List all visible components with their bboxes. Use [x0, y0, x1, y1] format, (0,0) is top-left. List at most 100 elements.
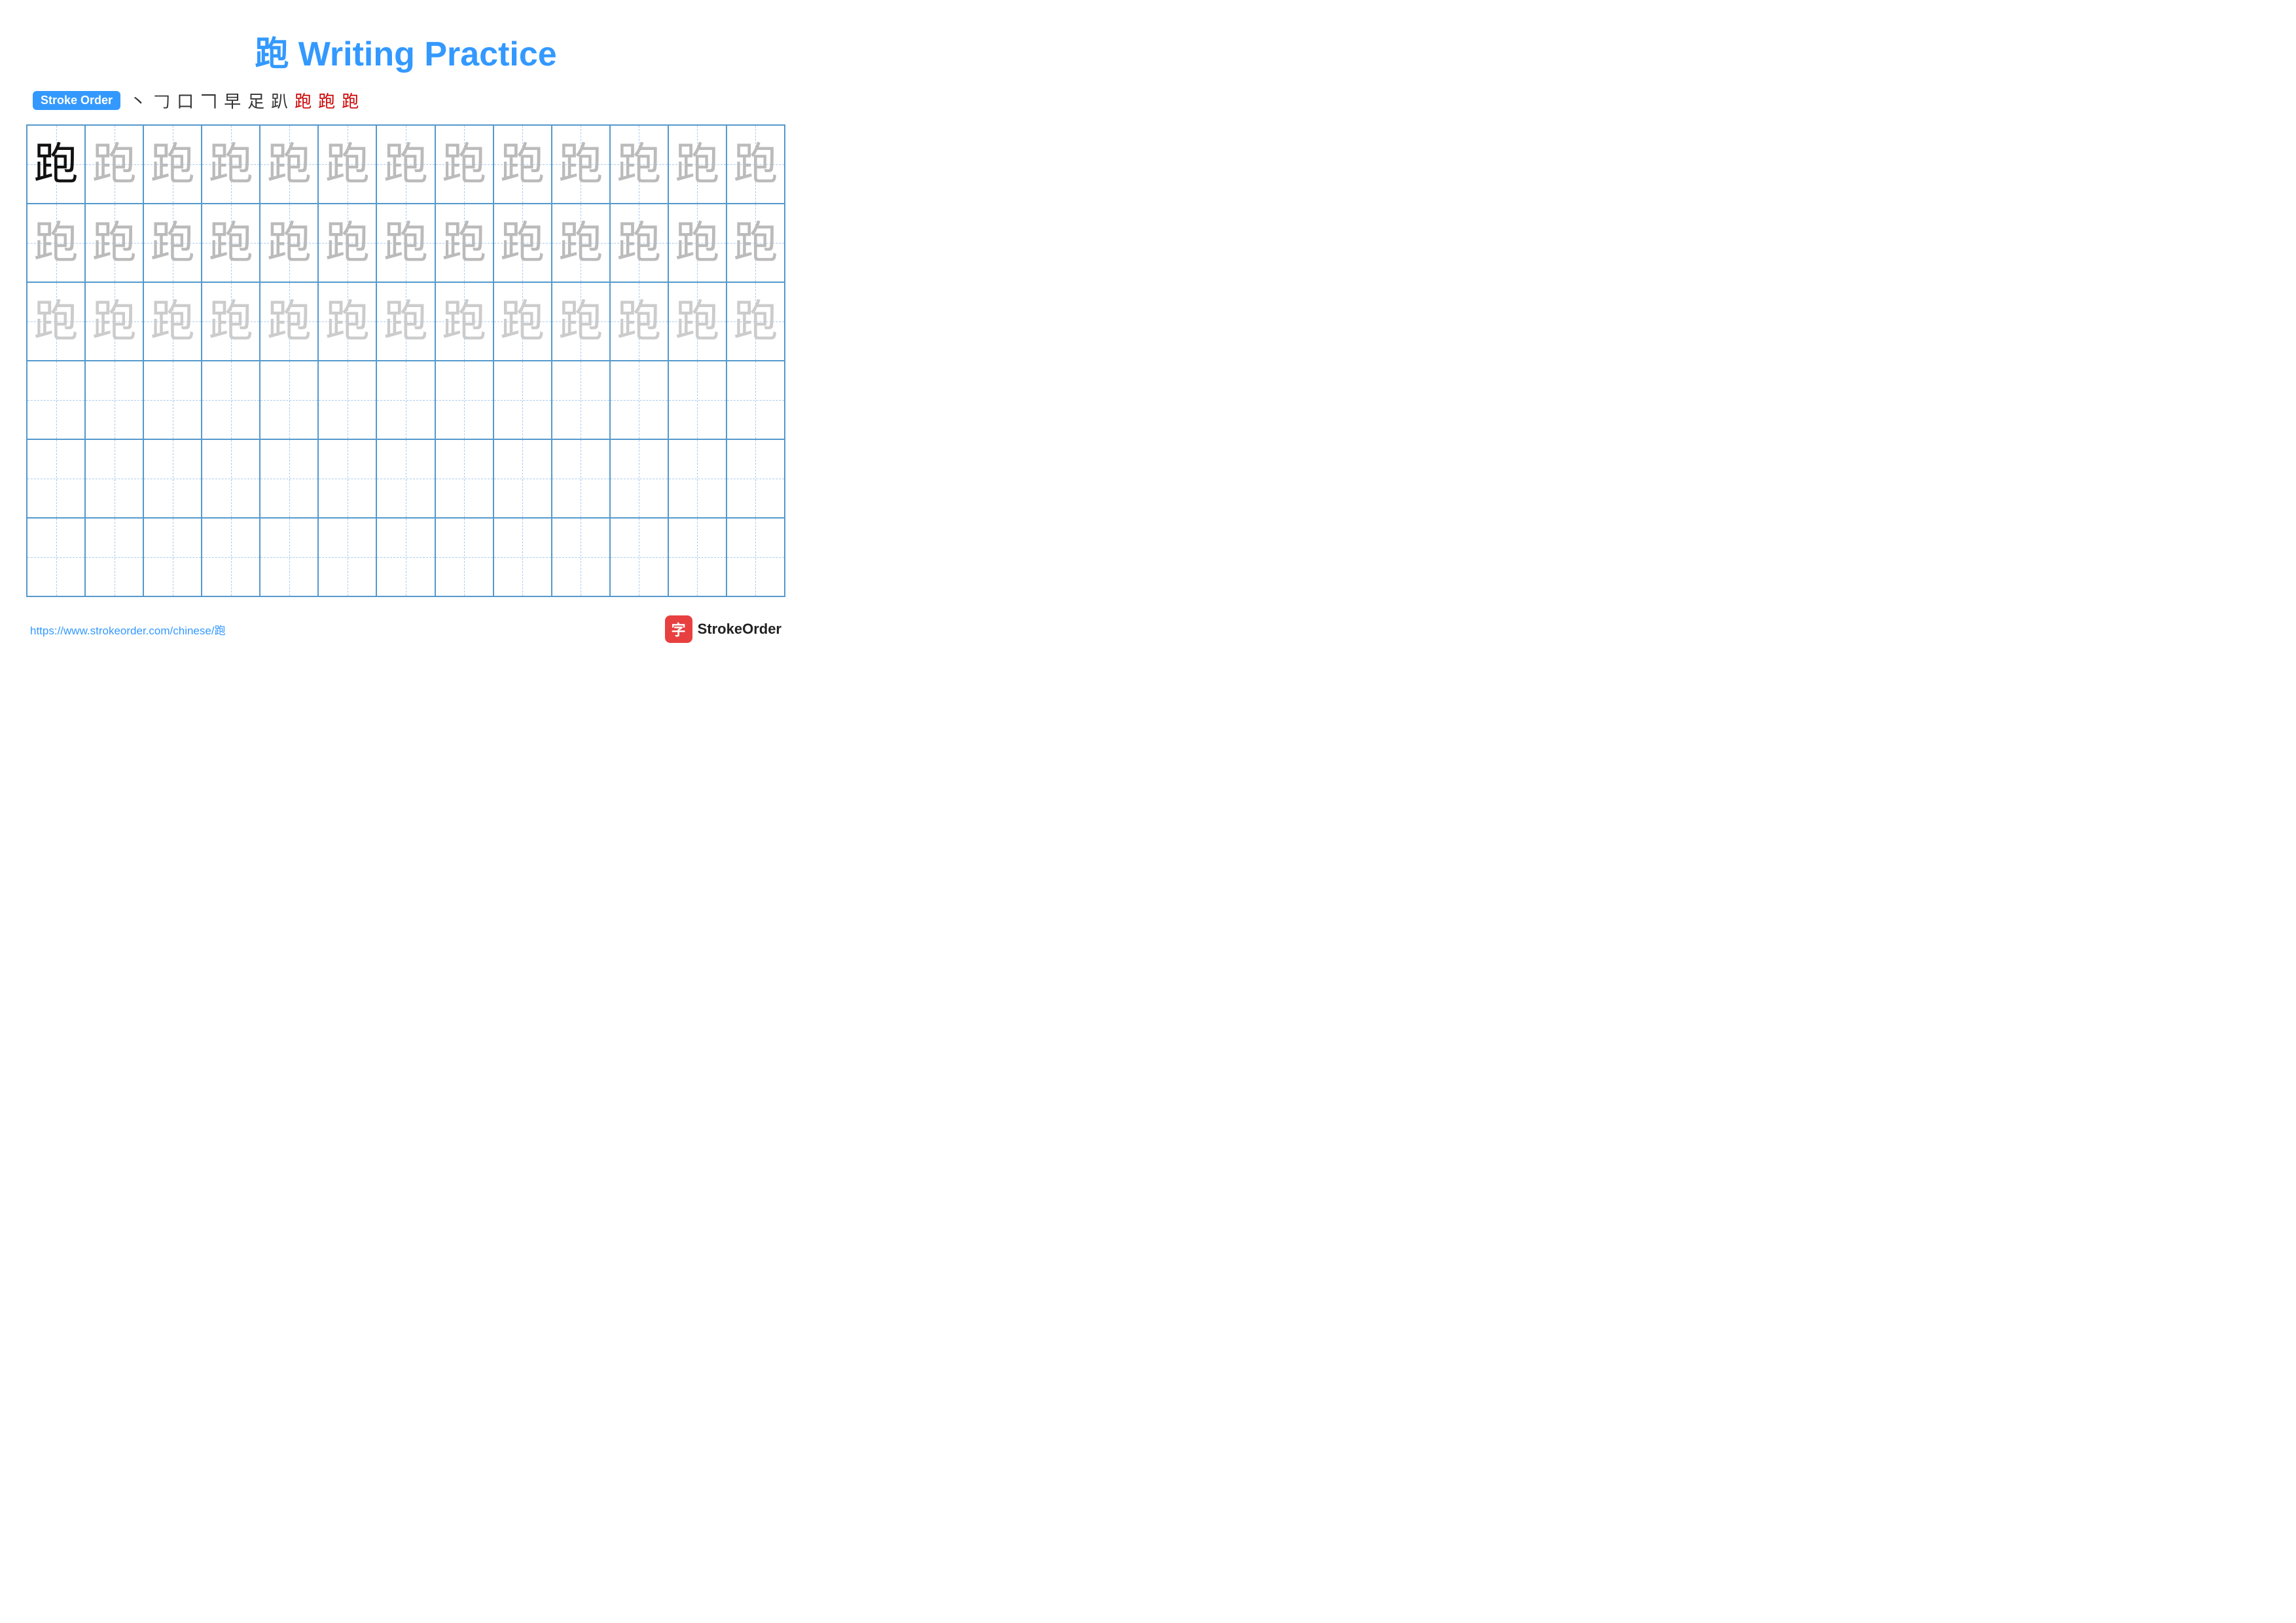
grid-cell-r5-c1[interactable] [27, 439, 85, 518]
grid-cell-r2-c7: 跑 [376, 204, 435, 282]
footer-url[interactable]: https://www.strokeorder.com/chinese/跑 [30, 621, 226, 638]
grid-cell-r2-c10: 跑 [552, 204, 610, 282]
grid-cell-r2-c5: 跑 [260, 204, 318, 282]
grid-cell-r3-c12: 跑 [668, 282, 726, 361]
grid-cell-r6-c2[interactable] [85, 518, 143, 596]
grid-cell-r4-c4[interactable] [202, 361, 260, 439]
char-r1-c13: 跑 [733, 142, 778, 187]
grid-cell-r5-c8[interactable] [435, 439, 493, 518]
stroke-steps: 丶 𠃌 口 𠃍 早 足 趴 跑 跑 跑 [130, 88, 359, 113]
grid-cell-r3-c1: 跑 [27, 282, 85, 361]
grid-cell-r6-c12[interactable] [668, 518, 726, 596]
grid-cell-r1-c7: 跑 [376, 125, 435, 204]
char-r3-c11: 跑 [617, 299, 661, 344]
grid-cell-r5-c5[interactable] [260, 439, 318, 518]
grid-cell-r3-c2: 跑 [85, 282, 143, 361]
grid-cell-r3-c8: 跑 [435, 282, 493, 361]
char-r3-c3: 跑 [151, 299, 195, 344]
grid-cell-r3-c5: 跑 [260, 282, 318, 361]
stroke-step-7: 趴 [271, 88, 288, 113]
grid-cell-r3-c11: 跑 [610, 282, 668, 361]
page-title: 跑 Writing Practice [26, 20, 785, 75]
grid-cell-r6-c5[interactable] [260, 518, 318, 596]
grid-cell-r5-c11[interactable] [610, 439, 668, 518]
grid-cell-r1-c12: 跑 [668, 125, 726, 204]
char-r3-c7: 跑 [384, 299, 428, 344]
grid-cell-r6-c11[interactable] [610, 518, 668, 596]
stroke-step-10: 跑 [342, 88, 359, 113]
stroke-step-3: 口 [177, 88, 194, 113]
char-r1-c6: 跑 [325, 142, 370, 187]
grid-cell-r6-c3[interactable] [143, 518, 202, 596]
grid-cell-r1-c13: 跑 [726, 125, 785, 204]
stroke-step-8: 跑 [295, 88, 312, 113]
char-r1-c8: 跑 [442, 142, 486, 187]
grid-cell-r4-c9[interactable] [493, 361, 552, 439]
stroke-step-1: 丶 [130, 88, 147, 113]
grid-cell-r5-c10[interactable] [552, 439, 610, 518]
grid-cell-r1-c2: 跑 [85, 125, 143, 204]
grid-cell-r4-c5[interactable] [260, 361, 318, 439]
grid-cell-r5-c3[interactable] [143, 439, 202, 518]
footer: https://www.strokeorder.com/chinese/跑 字 … [26, 615, 785, 643]
char-r2-c9: 跑 [500, 221, 545, 265]
char-r3-c1: 跑 [34, 299, 79, 344]
char-r1-c9: 跑 [500, 142, 545, 187]
char-r1-c12: 跑 [675, 142, 719, 187]
grid-cell-r5-c7[interactable] [376, 439, 435, 518]
char-r1-c5: 跑 [267, 142, 312, 187]
grid-cell-r2-c4: 跑 [202, 204, 260, 282]
grid-cell-r5-c2[interactable] [85, 439, 143, 518]
grid-cell-r1-c9: 跑 [493, 125, 552, 204]
char-r3-c6: 跑 [325, 299, 370, 344]
grid-cell-r6-c1[interactable] [27, 518, 85, 596]
grid-cell-r6-c4[interactable] [202, 518, 260, 596]
grid-cell-r2-c6: 跑 [318, 204, 376, 282]
grid-cell-r6-c9[interactable] [493, 518, 552, 596]
grid-cell-r5-c4[interactable] [202, 439, 260, 518]
logo-text: StrokeOrder [698, 621, 781, 638]
grid-cell-r4-c12[interactable] [668, 361, 726, 439]
stroke-step-4: 𠃍 [200, 88, 217, 113]
char-r2-c13: 跑 [733, 221, 778, 265]
practice-grid: 跑 跑 跑 跑 跑 跑 跑 跑 跑 跑 跑 跑 跑 跑 跑 跑 跑 跑 跑 跑 … [26, 124, 785, 597]
stroke-step-6: 足 [247, 88, 264, 113]
grid-cell-r1-c3: 跑 [143, 125, 202, 204]
grid-cell-r4-c13[interactable] [726, 361, 785, 439]
grid-cell-r5-c12[interactable] [668, 439, 726, 518]
stroke-step-5: 早 [224, 88, 241, 113]
grid-cell-r4-c8[interactable] [435, 361, 493, 439]
char-r3-c13: 跑 [733, 299, 778, 344]
grid-cell-r6-c10[interactable] [552, 518, 610, 596]
grid-cell-r4-c2[interactable] [85, 361, 143, 439]
footer-logo: 字 StrokeOrder [665, 615, 781, 643]
grid-cell-r4-c3[interactable] [143, 361, 202, 439]
grid-cell-r3-c13: 跑 [726, 282, 785, 361]
grid-cell-r3-c6: 跑 [318, 282, 376, 361]
grid-cell-r5-c6[interactable] [318, 439, 376, 518]
char-r2-c6: 跑 [325, 221, 370, 265]
char-r1-c7: 跑 [384, 142, 428, 187]
grid-cell-r6-c7[interactable] [376, 518, 435, 596]
char-r3-c9: 跑 [500, 299, 545, 344]
grid-cell-r4-c1[interactable] [27, 361, 85, 439]
grid-cell-r4-c10[interactable] [552, 361, 610, 439]
char-r3-c4: 跑 [209, 299, 253, 344]
grid-cell-r6-c13[interactable] [726, 518, 785, 596]
grid-cell-r1-c1: 跑 [27, 125, 85, 204]
grid-cell-r6-c8[interactable] [435, 518, 493, 596]
grid-cell-r3-c9: 跑 [493, 282, 552, 361]
char-r1-c10: 跑 [558, 142, 603, 187]
grid-cell-r5-c13[interactable] [726, 439, 785, 518]
grid-cell-r4-c7[interactable] [376, 361, 435, 439]
grid-cell-r1-c10: 跑 [552, 125, 610, 204]
grid-cell-r2-c9: 跑 [493, 204, 552, 282]
grid-cell-r6-c6[interactable] [318, 518, 376, 596]
char-r1-c1: 跑 [34, 142, 79, 187]
grid-cell-r1-c8: 跑 [435, 125, 493, 204]
char-r2-c3: 跑 [151, 221, 195, 265]
grid-cell-r4-c6[interactable] [318, 361, 376, 439]
grid-cell-r4-c11[interactable] [610, 361, 668, 439]
grid-cell-r5-c9[interactable] [493, 439, 552, 518]
char-r2-c8: 跑 [442, 221, 486, 265]
